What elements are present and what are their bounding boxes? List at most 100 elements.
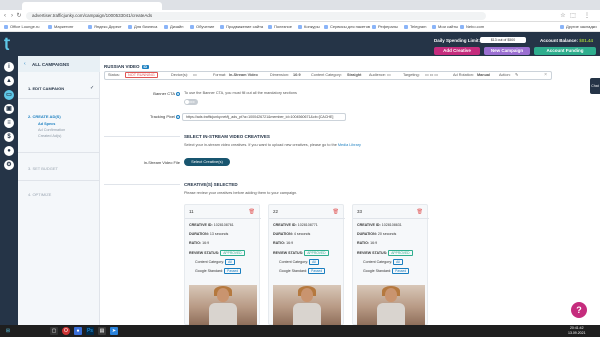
opera-icon[interactable]: O [62,327,70,335]
media-library-link[interactable]: Media Library [338,143,361,147]
help-button[interactable]: ? [571,302,587,318]
step-optimize[interactable]: 4. OPTIMIZE [28,192,51,197]
thumbnail-body [377,303,405,325]
review-status-label: REVIEW STATUS: [273,251,304,255]
bookmark-item[interactable]: Полезное [268,24,292,30]
chrome-icon[interactable]: ● [74,327,82,335]
browser-tab-strip [0,0,600,10]
duration-value: 20 seconds [377,232,397,236]
all-campaigns-link[interactable]: ‹ ALL CAMPAIGNS [18,56,100,72]
delete-icon[interactable]: 🗑 [249,209,255,215]
info-icon[interactable]: i [176,114,180,119]
creative-id-value: 1028108761 [213,223,234,227]
creative-card: 33 🗑 CREATIVE ID: 1028108631 DURATION: 2… [352,204,429,325]
info-icon[interactable]: i [176,91,180,96]
close-icon[interactable]: × [544,72,547,79]
banner-cta-toggle[interactable]: OFF [184,99,198,105]
bookmark-item[interactable]: Office Lounge.ru [4,24,40,30]
new-campaign-button[interactable]: New Campaign [484,47,530,55]
step-set-budget[interactable]: 3. SET BUDGET [28,166,58,171]
bookmark-item[interactable]: Сервисы для пакетов [324,24,370,30]
creative-thumbnail[interactable] [189,285,257,325]
targeting-label: Targeting: [403,73,420,77]
user-icon[interactable]: ● [4,146,14,156]
taskbar-app-icon[interactable]: ▢ [50,327,58,335]
chart-icon[interactable]: ▲ [4,76,14,86]
billing-icon[interactable]: $ [4,132,14,142]
creative-id-row: CREATIVE ID: 1028108761 [189,223,234,227]
browser-tab-active[interactable] [22,2,162,10]
windows-start-icon[interactable]: ⊞ [4,327,12,335]
file-explorer-icon[interactable]: ▤ [98,327,106,335]
google-standard-row: Google Standard: Passed [363,268,410,274]
bookmark-item[interactable]: Nebo.com [460,24,484,30]
creative-thumbnail[interactable] [273,285,341,325]
forward-icon[interactable]: › [9,12,15,20]
content-category-badge: All [225,259,235,265]
clock-date: 13.09.2021 [568,331,586,335]
card-divider [353,218,429,219]
campaigns-icon[interactable]: ▭ [4,90,14,100]
ad-rotation-value: Manual [477,73,491,77]
targeting-icons: ▭ ▭ ▭ [425,73,438,77]
account-balance-value: $01.44 [579,38,594,43]
dimension-value: 16:9 [293,73,301,77]
tracking-pixel-input[interactable]: https://ads.trafficjunky.net/tj_ads_pt?a… [182,113,346,121]
select-creatives-button[interactable]: Select Creative(s) [184,158,230,166]
bookmark-item[interactable]: Продвижение сайта [220,24,263,30]
settings-icon[interactable]: ⚙ [4,160,14,170]
campaign-name: RUSSIAN VIDEO [104,64,140,69]
review-status-badge: APPROVED [388,250,413,256]
back-icon[interactable]: ‹ [2,12,8,20]
duration-label: DURATION: [189,232,209,236]
bookmark-item[interactable]: Рефералы [372,24,398,30]
bookmark-item[interactable]: Яндекс.Директ [88,24,122,30]
ratio-row: RATIO: 16:9 [357,241,377,245]
card-divider [269,218,345,219]
url-field[interactable]: advertiser.trafficjunky.com/campaign/100… [26,12,486,20]
substep-ad-specs[interactable]: Ad Specs [38,122,55,126]
bookmark-item[interactable]: Telegram [404,24,426,30]
telegram-icon[interactable]: ➤ [110,327,118,335]
star-icon[interactable]: ☆ [560,12,566,20]
reload-icon[interactable]: ↻ [16,12,22,20]
bookmarks-bar: Office Lounge.ru Маркетинг Яндекс.Директ… [0,22,600,32]
photoshop-icon[interactable]: Ps [86,327,94,335]
bookmark-item[interactable]: Мои сайты [432,24,458,30]
google-standard-row: Google Standard: Passed [195,268,242,274]
bookmark-item[interactable]: Конкуры [298,24,320,30]
trafficjunky-logo[interactable]: ʈ [4,36,18,52]
add-creative-button[interactable]: Add Creative [434,47,480,55]
substep-created-ads[interactable]: Created Ad(s) [38,134,61,138]
stats-icon[interactable]: ≡ [4,118,14,128]
creative-id-label: CREATIVE ID: [273,223,297,227]
creative-thumbnail[interactable] [357,285,425,325]
account-funding-button[interactable]: Account Funding [534,47,596,55]
google-standard-label: Google Standard: [363,269,392,273]
google-standard-label: Google Standard: [279,269,308,273]
step-create-ads[interactable]: 2. CREATE AD(S) [28,114,61,119]
info-icon[interactable]: i [4,62,14,72]
spend-limit-value: $13 out of $500 [480,37,526,43]
all-campaigns-label: ALL CAMPAIGNS [32,62,70,67]
bookmark-item[interactable]: Другие закладки [560,24,597,30]
content-category-row: Content Category: All [195,259,235,265]
substep-ad-confirmation[interactable]: Ad Confirmation [38,128,65,132]
delete-icon[interactable]: 🗑 [333,209,339,215]
duration-label: DURATION: [357,232,377,236]
media-icon[interactable]: ▣ [4,104,14,114]
google-standard-badge: Passed [224,268,242,274]
chat-tab[interactable]: Chat [590,78,600,94]
edit-icon[interactable]: ✎ [515,72,518,79]
delete-icon[interactable]: 🗑 [417,209,423,215]
step-divider [18,98,100,99]
thumbnail-face [385,288,397,302]
menu-icon[interactable]: ⋮ [584,12,590,20]
bookmark-item[interactable]: Обучение [190,24,214,30]
step-divider [18,180,100,181]
step-edit-campaign[interactable]: 1. EDIT CAMPAIGN [28,86,64,91]
bookmark-item[interactable]: Для бизнеса [128,24,157,30]
bookmark-item[interactable]: Дизайн [164,24,183,30]
bookmark-item[interactable]: Маркетинг [48,24,73,30]
extensions-icon[interactable]: ⬚ [570,12,576,20]
